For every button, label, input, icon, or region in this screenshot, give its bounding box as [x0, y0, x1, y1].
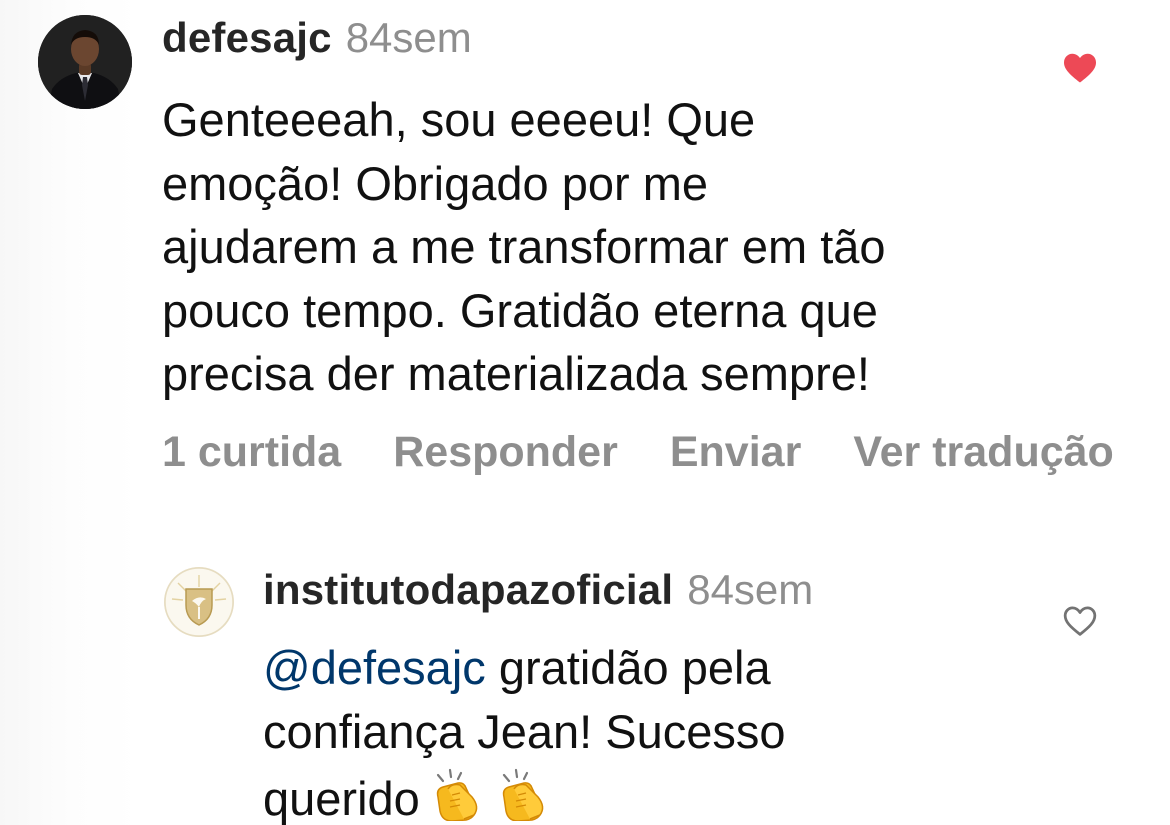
send-button[interactable]: Enviar: [670, 428, 801, 477]
comment-timestamp: 84sem: [345, 14, 472, 61]
mention-link[interactable]: @defesajc: [263, 641, 486, 694]
comment-text-line: @defesajc gratidão pela: [263, 636, 1083, 700]
like-button[interactable]: [1058, 48, 1102, 88]
avatar[interactable]: [38, 15, 132, 109]
clapping-hands-icon: [436, 768, 544, 821]
comment-timestamp: 84sem: [687, 566, 814, 613]
comment-text: Genteeeah, sou eeeeu! Que emoção! Obriga…: [162, 93, 886, 400]
institute-logo-icon: [164, 567, 234, 637]
comment-text-fragment: querido: [263, 772, 420, 825]
comment-text-line: querido: [263, 763, 1083, 825]
comment-text: @defesajc gratidão pela confiança Jean! …: [263, 636, 1083, 825]
comments-thread: defesajc 84sem Genteeeah, sou eeeeu! Que…: [0, 0, 1170, 825]
comment-header: defesajc 84sem: [162, 14, 472, 70]
reply-button[interactable]: Responder: [393, 428, 618, 477]
clapping-hands-emoji: [428, 763, 560, 821]
avatar[interactable]: [164, 567, 234, 637]
comment-text-fragment: gratidão pela: [485, 641, 771, 694]
heart-filled-icon: [1064, 53, 1096, 83]
username[interactable]: defesajc: [162, 14, 332, 62]
comment-actions: 1 curtida Responder Enviar Ver tradução: [162, 424, 1166, 480]
comment-text-line: confiança Jean! Sucesso: [263, 704, 786, 758]
profile-photo-icon: [38, 15, 132, 109]
likes-count-link[interactable]: 1 curtida: [162, 428, 341, 477]
heart-outline-icon: [1063, 606, 1097, 636]
username[interactable]: institutodapazoficial: [263, 566, 673, 614]
comment-header: institutodapazoficial 84sem: [263, 566, 813, 622]
see-translation-button[interactable]: Ver tradução: [853, 428, 1114, 477]
